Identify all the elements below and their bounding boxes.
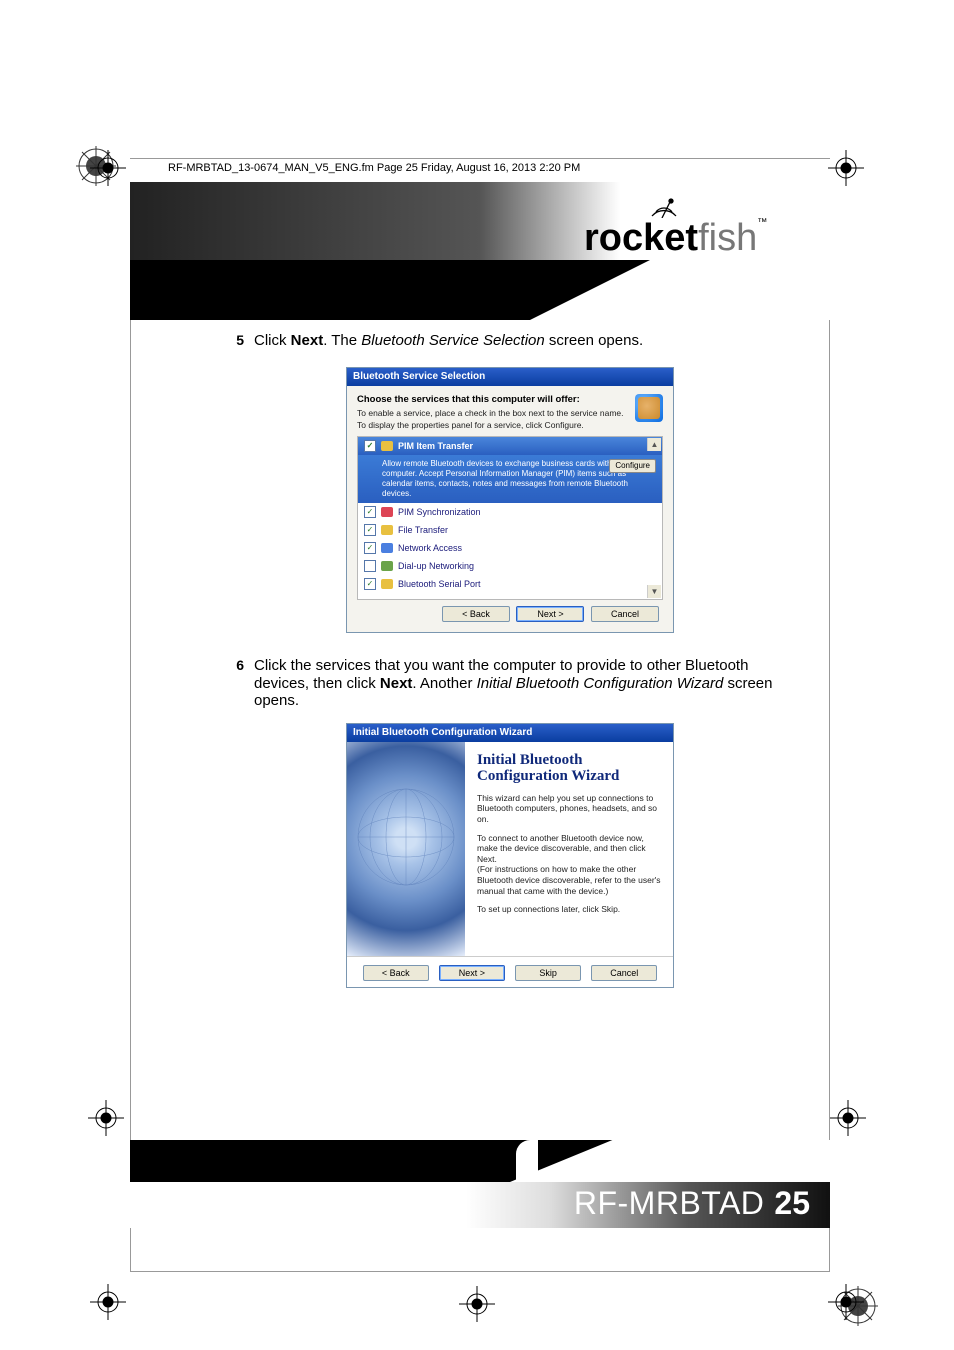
dialog-initial-bluetooth-wizard: Initial Bluetooth Configuration Wizard I… [346, 723, 674, 988]
scroll-down-icon[interactable]: ▼ [647, 585, 661, 598]
wizard-p2: To connect to another Bluetooth device n… [477, 833, 661, 897]
header-rule [130, 158, 830, 159]
step-5: 5 Click Next. The Bluetooth Service Sele… [230, 332, 790, 349]
service-item[interactable]: Network Access [358, 539, 662, 557]
dialog-title: Bluetooth Service Selection [347, 368, 673, 386]
step-number: 5 [230, 332, 244, 349]
wizard-heading: Initial Bluetooth Configuration Wizard [477, 752, 661, 785]
step-text: Click Next. The Bluetooth Service Select… [254, 332, 790, 349]
next-button[interactable]: Next > [439, 965, 505, 981]
footer-gradient: RF-MRBTAD 25 [130, 1182, 830, 1228]
crop-mark-ml [88, 1100, 124, 1136]
next-button[interactable]: Next > [516, 606, 584, 622]
cancel-button[interactable]: Cancel [591, 606, 659, 622]
dialog-heading: Choose the services that this computer w… [357, 394, 580, 405]
checkbox-icon[interactable] [364, 560, 376, 572]
step-text: Click the services that you want the com… [254, 657, 790, 709]
bluetooth-icon [635, 394, 663, 422]
crop-mark-tl [90, 150, 126, 186]
service-icon [381, 525, 393, 535]
crop-mark-mr [830, 1100, 866, 1136]
header-black-bar [130, 260, 830, 320]
dialog-subtext-1: To enable a service, place a check in th… [357, 408, 629, 418]
service-item[interactable]: Dial-up Networking [358, 557, 662, 575]
content-area: 5 Click Next. The Bluetooth Service Sele… [130, 318, 830, 998]
crop-mark-bc [459, 1286, 495, 1322]
crop-mark-bl [90, 1284, 126, 1320]
service-icon [381, 441, 393, 451]
selected-service-title[interactable]: PIM Item Transfer [358, 437, 662, 455]
step-number: 6 [230, 657, 244, 709]
brand-text: rocketfish™ [584, 217, 767, 260]
wizard-side-graphic [347, 742, 465, 956]
dialog-title: Initial Bluetooth Configuration Wizard [347, 724, 673, 742]
dialog-subtext-2: To display the properties panel for a se… [357, 420, 629, 430]
service-item[interactable]: PIM Synchronization [358, 503, 662, 521]
dialog-bluetooth-service-selection: Bluetooth Service Selection Choose the s… [346, 367, 674, 633]
footer-model: RF-MRBTAD [574, 1185, 765, 1222]
wizard-p3: To set up connections later, click Skip. [477, 904, 661, 915]
pdf-header-text: RF-MRBTAD_13-0674_MAN_V5_ENG.fm Page 25 … [168, 162, 580, 174]
service-icon [381, 561, 393, 571]
footer-black-bar [130, 1140, 830, 1182]
service-icon [381, 507, 393, 517]
crop-mark-br [828, 1284, 864, 1320]
back-button[interactable]: < Back [363, 965, 429, 981]
footer-label: RF-MRBTAD 25 [574, 1185, 810, 1222]
service-list: ▲ ▼ PIM Item Transfer Allow remote Bluet… [357, 436, 663, 600]
back-button[interactable]: < Back [442, 606, 510, 622]
service-item[interactable]: File Transfer [358, 521, 662, 539]
checkbox-icon[interactable] [364, 524, 376, 536]
service-item[interactable]: Bluetooth Serial Port [358, 575, 662, 593]
cancel-button[interactable]: Cancel [591, 965, 657, 981]
skip-button[interactable]: Skip [515, 965, 581, 981]
footer-curve [516, 1140, 538, 1182]
footer-page: 25 [774, 1185, 810, 1222]
footer-banner: RF-MRBTAD 25 [130, 1136, 830, 1228]
scroll-up-icon[interactable]: ▲ [647, 438, 661, 451]
selected-service-desc: Allow remote Bluetooth devices to exchan… [358, 455, 662, 503]
service-icon [381, 543, 393, 553]
service-icon [381, 579, 393, 589]
checkbox-icon[interactable] [364, 440, 376, 452]
checkbox-icon[interactable] [364, 542, 376, 554]
configure-button[interactable]: Configure [609, 459, 656, 473]
checkbox-icon[interactable] [364, 506, 376, 518]
checkbox-icon[interactable] [364, 578, 376, 590]
step-6: 6 Click the services that you want the c… [230, 657, 790, 709]
crop-mark-tr [828, 150, 864, 186]
wizard-p1: This wizard can help you set up connecti… [477, 793, 661, 825]
antenna-icon [642, 198, 682, 218]
brand-logo: rocketfish™ [584, 208, 804, 260]
